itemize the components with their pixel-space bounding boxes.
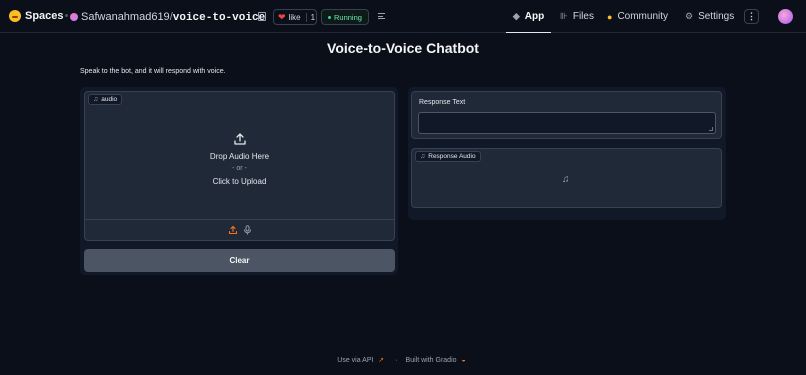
use-via-api-link[interactable]: Use via API	[337, 357, 373, 364]
resize-handle-icon[interactable]	[709, 127, 713, 131]
space-path: Safwanahmad619/voice-to-voice	[81, 11, 265, 24]
response-text-label: Response Text	[419, 99, 466, 106]
page-title: Voice-to-Voice Chatbot	[327, 40, 479, 56]
audio-input[interactable]: ♫ audio Drop Audio Here - or - Click to …	[84, 91, 395, 241]
built-with-gradio-link[interactable]: Built with Gradio	[406, 357, 457, 364]
status-dot-icon	[328, 15, 331, 19]
tab-settings-label: Settings	[698, 11, 735, 22]
community-icon: ●	[607, 11, 613, 22]
drop-audio-text[interactable]: Drop Audio Here	[85, 152, 394, 161]
status-text: Running	[334, 12, 362, 22]
more-options-button[interactable]: ⋮	[744, 9, 759, 24]
separator-dot	[65, 14, 68, 17]
owner-link[interactable]: Safwanahmad619	[81, 11, 170, 23]
files-icon: ⊪	[560, 11, 568, 21]
repo-link[interactable]: voice-to-voice	[173, 12, 265, 24]
like-label: like	[288, 12, 301, 22]
music-note-icon: ♫	[93, 96, 99, 103]
audio-placeholder-icon: ♫	[562, 174, 570, 185]
tab-settings[interactable]: ⚙ Settings	[685, 0, 734, 33]
audio-label-text: audio	[101, 96, 118, 103]
footer-separator: ·	[395, 357, 398, 364]
tab-app[interactable]: ◆ App	[506, 0, 551, 33]
owner-avatar[interactable]	[70, 13, 78, 21]
heart-icon: ❤	[278, 11, 286, 22]
upload-source-icon[interactable]	[228, 225, 238, 235]
gear-icon: ⚙	[685, 11, 694, 21]
hamburger-icon[interactable]	[378, 13, 385, 19]
response-audio-block: ♫ Response Audio ♫	[411, 148, 722, 208]
response-audio-label: ♫ Response Audio	[415, 151, 481, 162]
gradio-logo-icon: ◒	[461, 357, 466, 364]
or-text: - or -	[232, 165, 247, 172]
page-description: Speak to the bot, and it will respond wi…	[80, 68, 226, 75]
clear-button[interactable]: Clear	[84, 249, 395, 272]
rocket-icon: ➚	[378, 357, 385, 364]
copy-icon[interactable]	[258, 12, 266, 21]
response-text-field[interactable]	[418, 112, 716, 134]
status-badge[interactable]: Running	[321, 9, 369, 25]
tab-community-label: Community	[617, 11, 669, 22]
upload-icon[interactable]	[233, 132, 247, 146]
hugging-face-logo-icon[interactable]	[9, 10, 21, 22]
app-icon: ◆	[512, 10, 520, 21]
microphone-icon[interactable]	[243, 225, 252, 235]
user-avatar[interactable]	[778, 9, 793, 24]
tab-app-label: App	[524, 10, 545, 22]
music-note-icon: ♫	[420, 153, 426, 160]
top-bar: Spaces Safwanahmad619/voice-to-voice ❤ l…	[0, 0, 806, 33]
audio-input-label: ♫ audio	[88, 94, 123, 105]
footer: Use via API ➚ · Built with Gradio ◒	[0, 356, 806, 364]
audio-source-bar	[85, 219, 394, 240]
like-count: 1	[305, 12, 315, 22]
click-to-upload-text[interactable]: Click to Upload	[85, 177, 394, 186]
response-audio-label-text: Response Audio	[428, 153, 476, 160]
like-button[interactable]: ❤ like 1	[273, 9, 317, 25]
tab-files-label: Files	[572, 11, 594, 22]
tab-community[interactable]: ● Community	[607, 0, 668, 33]
response-text-block: Response Text	[411, 91, 722, 139]
tab-files[interactable]: ⊪ Files	[560, 0, 594, 33]
spaces-link[interactable]: Spaces	[25, 10, 64, 22]
